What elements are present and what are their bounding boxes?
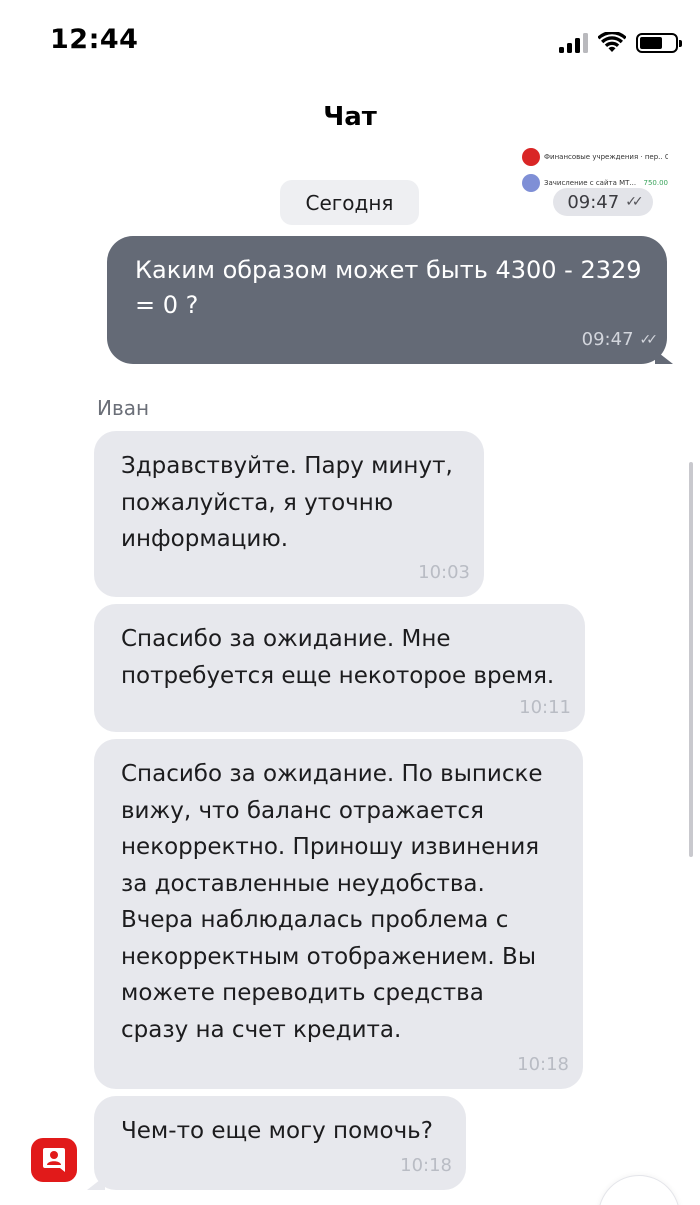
bubble-tail [655, 350, 673, 364]
message-time: 10:18 [517, 1054, 569, 1075]
battery-icon [636, 33, 682, 53]
message-text: Спасибо за ожидание. Мне потребуется еще… [121, 626, 555, 689]
message-text: Спасибо за ожидание. По выписке вижу, чт… [121, 761, 543, 1043]
status-icons [559, 30, 682, 56]
message-time: 10:03 [418, 562, 470, 583]
bank-red-icon [522, 148, 540, 166]
message-text: Чем-то еще могу помочь? [121, 1118, 433, 1144]
attachment-row: Финансовые учреждения · пер.. 07 марта в… [522, 146, 668, 168]
incoming-message[interactable]: Спасибо за ожидание. Мне потребуется еще… [94, 604, 585, 732]
bank-logo-avatar[interactable] [31, 1138, 77, 1182]
page-title: Чат [323, 102, 377, 132]
message-time: 10:18 [400, 1155, 452, 1176]
attachment-time-label: 09:47 [567, 191, 620, 213]
double-check-icon: ✓✓ [625, 194, 644, 210]
attachment-row-text: Зачисление с сайта МТ... [544, 179, 637, 187]
chat-screen: 12:44 Чат Финансовые учреждения · пер.. … [0, 0, 700, 1205]
sender-name: Иван [97, 396, 150, 420]
message-time: 10:11 [519, 697, 571, 718]
person-icon [43, 1148, 65, 1172]
message-time: 09:47 [581, 329, 634, 350]
attachment-row-text: Финансовые учреждения · пер.. 07 марта в… [544, 153, 668, 161]
attachment-time: 09:47 ✓✓ [553, 188, 653, 216]
scroll-down-button[interactable] [598, 1175, 680, 1205]
bubble-tail [87, 1176, 105, 1190]
transfer-icon [522, 174, 540, 192]
message-text: Здравствуйте. Пару минут, пожалуйста, я … [121, 453, 453, 552]
incoming-message[interactable]: Чем-то еще могу помочь? 10:18 [87, 1096, 466, 1190]
attachment-row-amount: 750.00 [643, 179, 669, 187]
cellular-signal-icon [559, 33, 588, 53]
incoming-message[interactable]: Здравствуйте. Пару минут, пожалуйста, я … [94, 431, 484, 597]
wifi-icon [598, 32, 626, 52]
status-time: 12:44 [50, 24, 139, 55]
incoming-message[interactable]: Спасибо за ожидание. По выписке вижу, чт… [94, 739, 583, 1089]
scrollbar[interactable] [689, 462, 693, 857]
double-check-icon: ✓✓ [639, 331, 659, 348]
message-text: Каким образом может быть 4300 - 2329 = 0… [135, 256, 642, 319]
outgoing-message[interactable]: Каким образом может быть 4300 - 2329 = 0… [107, 236, 673, 364]
message-meta: 09:47 ✓✓ [581, 329, 659, 350]
date-separator: Сегодня [280, 180, 419, 225]
